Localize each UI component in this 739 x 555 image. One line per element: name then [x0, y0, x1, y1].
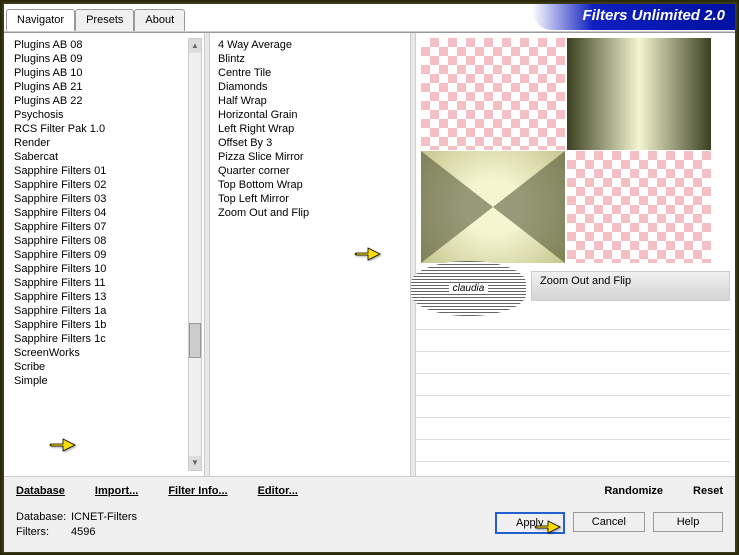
filter-item[interactable]: Top Left Mirror [218, 192, 402, 206]
param-row [416, 374, 730, 396]
effect-name-label: Zoom Out and Flip [531, 271, 730, 301]
tab-about[interactable]: About [134, 9, 185, 31]
filter-item[interactable]: Offset By 3 [218, 136, 402, 150]
filter-panel: 4 Way Average Blintz Centre Tile Diamond… [210, 33, 410, 476]
main-content: Plugins AB 08 Plugins AB 09 Plugins AB 1… [4, 32, 735, 476]
tab-presets[interactable]: Presets [75, 9, 134, 31]
plugin-item[interactable]: Sapphire Filters 11 [14, 276, 188, 290]
button-bar: Apply Cancel Help [495, 510, 723, 546]
plugin-item[interactable]: Sapphire Filters 1b [14, 318, 188, 332]
plugin-item[interactable]: Plugins AB 10 [14, 66, 188, 80]
app-window: Navigator Presets About Filters Unlimite… [2, 2, 737, 553]
preview-tile [421, 38, 565, 150]
filter-item[interactable]: Pizza Slice Mirror [218, 150, 402, 164]
preview-image [421, 38, 711, 263]
plugin-item[interactable]: RCS Filter Pak 1.0 [14, 122, 188, 136]
tab-bar: Navigator Presets About [6, 8, 185, 30]
filter-item[interactable]: Centre Tile [218, 66, 402, 80]
help-button[interactable]: Help [653, 512, 723, 532]
plugin-item[interactable]: Sapphire Filters 01 [14, 164, 188, 178]
tab-navigator[interactable]: Navigator [6, 9, 75, 31]
plugin-item[interactable]: Sapphire Filters 10 [14, 262, 188, 276]
plugin-item[interactable]: Sapphire Filters 07 [14, 220, 188, 234]
plugin-item[interactable]: Render [14, 136, 188, 150]
filter-item[interactable]: 4 Way Average [218, 38, 402, 52]
plugin-item[interactable]: Plugins AB 08 [14, 38, 188, 52]
randomize-button[interactable]: Randomize [604, 485, 663, 497]
scroll-up-icon[interactable]: ▲ [189, 39, 201, 53]
scroll-down-icon[interactable]: ▼ [189, 456, 201, 470]
filters-value: 4596 [71, 525, 95, 540]
plugin-item[interactable]: Simple [14, 374, 188, 388]
header: Navigator Presets About Filters Unlimite… [4, 4, 735, 32]
filter-list[interactable]: 4 Way Average Blintz Centre Tile Diamond… [218, 38, 402, 220]
param-row [416, 352, 730, 374]
filter-item[interactable]: Half Wrap [218, 94, 402, 108]
plugin-list[interactable]: Plugins AB 08 Plugins AB 09 Plugins AB 1… [14, 38, 188, 471]
db-value: ICNET-Filters [71, 510, 137, 525]
cancel-button[interactable]: Cancel [573, 512, 645, 532]
filter-item[interactable]: Left Right Wrap [218, 122, 402, 136]
database-button[interactable]: Database [16, 485, 65, 497]
plugin-item[interactable]: Sapphire Filters 13 [14, 290, 188, 304]
watermark: claudia [411, 261, 526, 316]
reset-button[interactable]: Reset [693, 485, 723, 497]
filter-item[interactable]: Quarter corner [218, 164, 402, 178]
footer: Database:ICNET-Filters Filters:4596 Appl… [4, 504, 735, 552]
editor-button[interactable]: Editor... [258, 485, 298, 497]
plugin-panel: Plugins AB 08 Plugins AB 09 Plugins AB 1… [4, 33, 204, 476]
filter-item[interactable]: Blintz [218, 52, 402, 66]
plugin-item[interactable]: Plugins AB 21 [14, 80, 188, 94]
filter-item-selected[interactable]: Zoom Out and Flip [218, 207, 309, 219]
scroll-thumb[interactable] [189, 323, 201, 358]
preview-panel: claudia Zoom Out and Flip [416, 33, 735, 476]
import-button[interactable]: Import... [95, 485, 138, 497]
preview-tile [567, 151, 711, 263]
app-title: Filters Unlimited 2.0 [532, 4, 735, 30]
plugin-item[interactable]: Sapphire Filters 02 [14, 178, 188, 192]
toolbar: Database Import... Filter Info... Editor… [4, 476, 735, 504]
plugin-item[interactable]: Scribe [14, 360, 188, 374]
param-row [416, 440, 730, 462]
plugin-scrollbar[interactable]: ▲ ▼ [188, 38, 202, 471]
param-row [416, 418, 730, 440]
parameter-area [416, 308, 730, 462]
plugin-item[interactable]: Sapphire Filters 1c [14, 332, 188, 346]
plugin-item[interactable]: Sapphire Filters 03 [14, 192, 188, 206]
plugin-item[interactable]: Psychosis [14, 108, 188, 122]
plugin-item[interactable]: Sapphire Filters 04 [14, 206, 188, 220]
filters-label: Filters: [16, 525, 71, 540]
plugin-item[interactable]: Plugins AB 09 [14, 52, 188, 66]
plugin-item[interactable]: Sabercat [14, 150, 188, 164]
status-info: Database:ICNET-Filters Filters:4596 [16, 510, 495, 546]
filter-item[interactable]: Diamonds [218, 80, 402, 94]
apply-button[interactable]: Apply [495, 512, 565, 534]
plugin-item[interactable]: Sapphire Filters 08 [14, 234, 188, 248]
param-row [416, 330, 730, 352]
plugin-item[interactable]: Plugins AB 22 [14, 94, 188, 108]
plugin-item[interactable]: Sapphire Filters 1a [14, 304, 188, 318]
filter-item[interactable]: Horizontal Grain [218, 108, 402, 122]
plugin-item[interactable]: Sapphire Filters 09 [14, 248, 188, 262]
db-label: Database: [16, 510, 71, 525]
param-row [416, 396, 730, 418]
filter-info-button[interactable]: Filter Info... [168, 485, 227, 497]
preview-tile [567, 38, 711, 150]
preview-tile [421, 151, 565, 263]
filter-item[interactable]: Top Bottom Wrap [218, 178, 402, 192]
plugin-item[interactable]: ScreenWorks [14, 346, 188, 360]
